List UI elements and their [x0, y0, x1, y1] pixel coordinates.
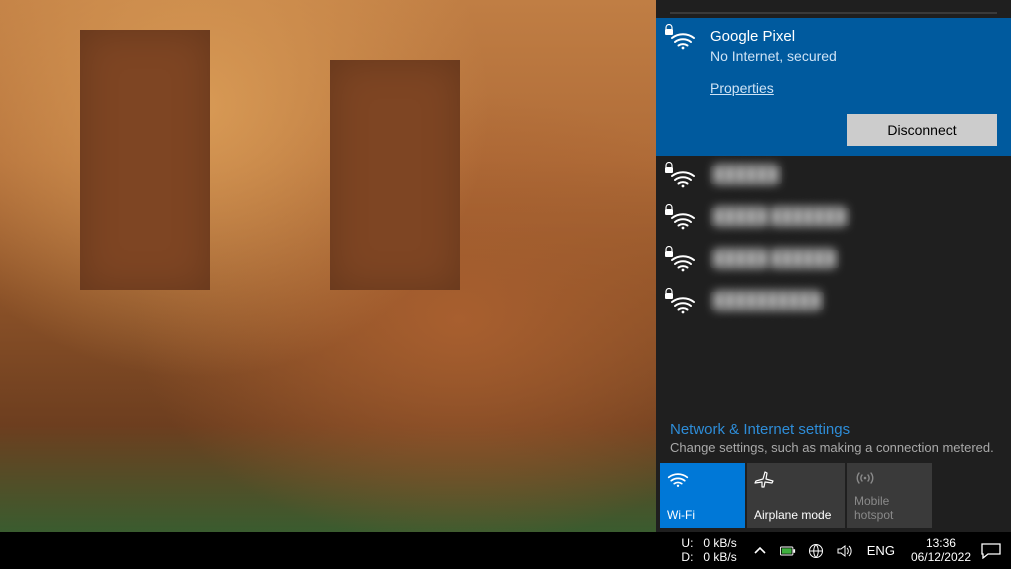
properties-link[interactable]: Properties: [710, 80, 774, 97]
network-name: ██████████: [710, 292, 824, 310]
clock[interactable]: 13:36 06/12/2022: [905, 537, 977, 565]
system-tray: ENG: [745, 542, 905, 560]
network-monitor: U: 0 kB/s D: 0 kB/s: [681, 537, 736, 563]
quick-tiles: Wi-Fi Airplane mode Mobile hotspot: [656, 463, 1011, 532]
network-name: ██████: [710, 166, 782, 184]
network-name: █████ ███████: [710, 208, 850, 226]
network-item-partial[interactable]: [656, 324, 1011, 338]
tile-label: hotspot: [854, 508, 925, 522]
network-item[interactable]: █████ ██████: [656, 240, 1011, 282]
wifi-secured-icon: [670, 166, 698, 188]
wifi-secured-icon: [670, 28, 698, 146]
separator: [670, 12, 997, 14]
taskbar: U: 0 kB/s D: 0 kB/s ENG 13:36 06/12/2022: [0, 532, 1011, 569]
tile-wifi[interactable]: Wi-Fi: [660, 463, 745, 528]
network-name: █████ ██████: [710, 250, 839, 268]
action-center-icon[interactable]: [981, 543, 1001, 559]
upload-value: 0 kB/s: [703, 537, 736, 550]
upload-label: U:: [681, 537, 693, 550]
download-value: 0 kB/s: [703, 551, 736, 564]
disconnect-button[interactable]: Disconnect: [847, 114, 997, 146]
network-item[interactable]: ██████: [656, 156, 1011, 198]
network-flyout: Google Pixel No Internet, secured Proper…: [656, 0, 1011, 532]
wifi-icon: [667, 469, 738, 491]
settings-title: Network & Internet settings: [670, 421, 997, 438]
hotspot-icon: [854, 469, 925, 491]
network-tray-icon[interactable]: [807, 542, 825, 560]
tile-label: Mobile: [854, 494, 925, 508]
tile-hotspot[interactable]: Mobile hotspot: [847, 463, 932, 528]
desktop-wallpaper: [0, 0, 656, 532]
network-item[interactable]: ██████████: [656, 282, 1011, 324]
wifi-secured-icon: [670, 292, 698, 314]
airplane-icon: [754, 469, 838, 491]
network-item[interactable]: █████ ███████: [656, 198, 1011, 240]
clock-date: 06/12/2022: [911, 551, 971, 565]
network-settings-link[interactable]: Network & Internet settings Change setti…: [656, 411, 1011, 463]
wifi-icon: [670, 334, 698, 338]
settings-subtitle: Change settings, such as making a connec…: [670, 440, 997, 455]
clock-time: 13:36: [911, 537, 971, 551]
download-label: D:: [681, 551, 693, 564]
volume-icon[interactable]: [835, 542, 853, 560]
battery-icon[interactable]: [779, 542, 797, 560]
network-status: No Internet, secured: [710, 48, 997, 64]
network-item-connected[interactable]: Google Pixel No Internet, secured Proper…: [656, 18, 1011, 156]
tile-label: Airplane mode: [754, 508, 838, 522]
wifi-secured-icon: [670, 250, 698, 272]
wifi-secured-icon: [670, 208, 698, 230]
language-indicator[interactable]: ENG: [863, 543, 899, 558]
tile-airplane[interactable]: Airplane mode: [747, 463, 845, 528]
network-name: Google Pixel: [710, 28, 997, 46]
tile-label: Wi-Fi: [667, 508, 738, 522]
tray-overflow-icon[interactable]: [751, 542, 769, 560]
